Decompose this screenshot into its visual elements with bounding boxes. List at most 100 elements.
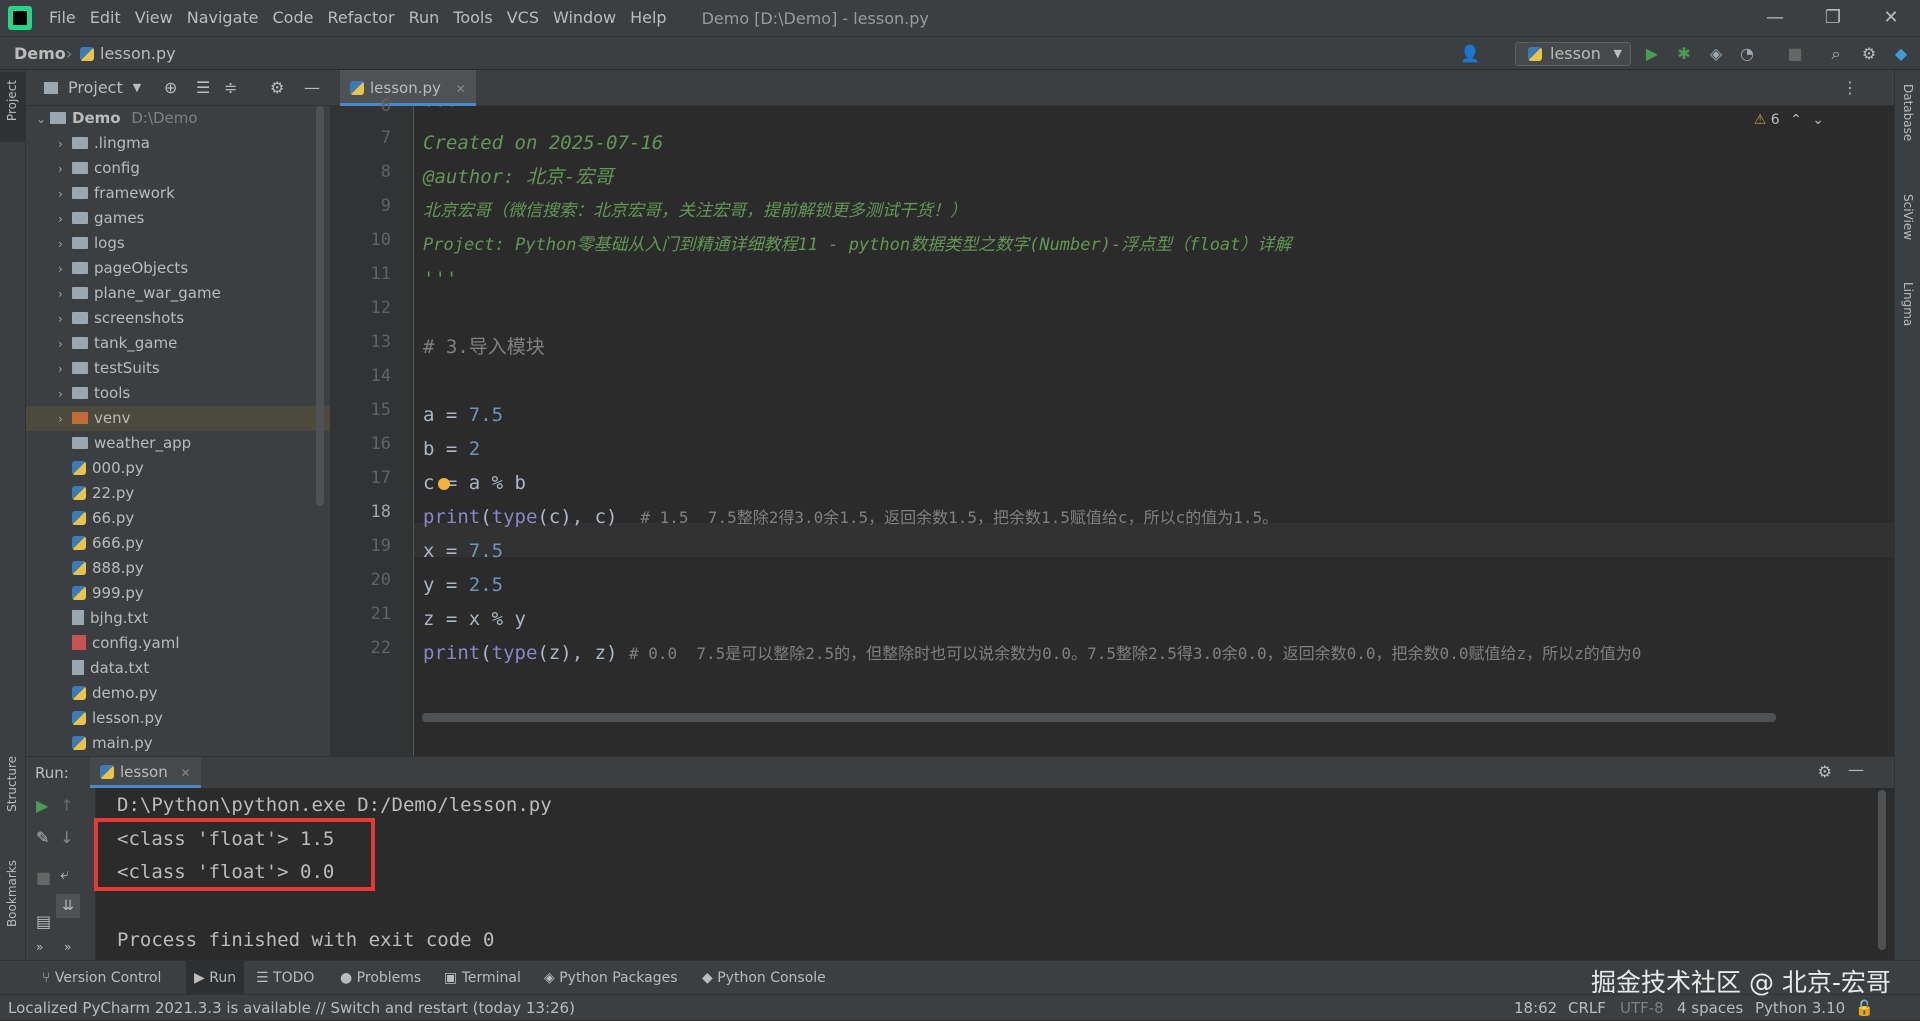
tree-item[interactable]: › venv [26, 406, 330, 431]
menu-navigate[interactable]: Navigate [180, 0, 266, 36]
collapse-all-icon[interactable]: ≑ [224, 78, 237, 97]
project-scrollbar[interactable] [316, 106, 324, 506]
run-tab-lesson[interactable]: lesson ✕ [90, 757, 201, 788]
status-message[interactable]: Localized PyCharm 2021.3.3 is available … [8, 995, 575, 1021]
run-console[interactable]: D:\Python\python.exe D:/Demo/lesson.py <… [94, 788, 1894, 960]
code-with-me-icon[interactable]: ◆ [1892, 45, 1910, 63]
tree-item[interactable]: config.yaml [26, 631, 330, 656]
scroll-to-end-icon[interactable]: ⇊ [56, 894, 80, 918]
close-tab-icon[interactable]: ✕ [456, 82, 466, 96]
menu-file[interactable]: File [42, 0, 83, 36]
menu-window[interactable]: Window [546, 0, 623, 36]
chevron-up-icon[interactable]: ⌃ [1790, 112, 1802, 128]
minimize-icon[interactable]: — [1746, 0, 1804, 36]
tool-python-packages[interactable]: ◈ Python Packages [544, 961, 678, 995]
tree-item[interactable]: › config [26, 156, 330, 181]
tree-item[interactable]: › .lingma [26, 131, 330, 156]
tree-item[interactable]: lesson.py [26, 706, 330, 731]
tree-item[interactable]: 666.py [26, 531, 330, 556]
tree-item[interactable]: 22.py [26, 481, 330, 506]
bookmarks-tool-label[interactable]: Bookmarks [5, 860, 19, 927]
more-icon[interactable]: » [36, 940, 43, 954]
tree-item[interactable]: data.txt [26, 656, 330, 681]
run-config-select[interactable]: lesson ▼ [1515, 42, 1631, 66]
tree-item[interactable]: › logs [26, 231, 330, 256]
soft-wrap-icon[interactable]: ⤶ [60, 864, 69, 884]
coverage-icon[interactable]: ◈ [1707, 45, 1725, 63]
sciview-tool-label[interactable]: SciView [1901, 194, 1915, 240]
tool-python-console[interactable]: ◆ Python Console [702, 961, 826, 995]
expand-all-icon[interactable]: ☰ [196, 78, 210, 97]
tool-run[interactable]: ▶ Run [186, 961, 245, 995]
more-icon[interactable]: » [64, 940, 71, 954]
wrench-icon[interactable]: ✎ [36, 828, 49, 847]
console-scrollbar[interactable] [1878, 790, 1886, 950]
tree-item[interactable]: weather_app [26, 431, 330, 456]
run-icon[interactable]: ▶ [1643, 45, 1661, 63]
tree-item[interactable]: demo.py [26, 681, 330, 706]
tree-root[interactable]: ⌄ Demo D:\Demo [26, 106, 330, 131]
lingma-tool-label[interactable]: Lingma [1901, 282, 1915, 326]
menu-tools[interactable]: Tools [446, 0, 499, 36]
more-options-icon[interactable]: ⋮ [1842, 78, 1858, 97]
tool-terminal[interactable]: ▣ Terminal [444, 961, 521, 995]
project-panel-title[interactable]: Project [68, 78, 123, 97]
horizontal-scrollbar[interactable] [422, 713, 1776, 722]
tree-item[interactable]: › pageObjects [26, 256, 330, 281]
tool-version-control[interactable]: ⑂ Version Control [42, 961, 161, 995]
arrow-down-icon[interactable]: ↓ [60, 828, 73, 847]
tree-item[interactable]: › plane_war_game [26, 281, 330, 306]
profile-icon[interactable]: ◔ [1738, 45, 1756, 63]
menu-run[interactable]: Run [402, 0, 447, 36]
arrow-up-icon[interactable]: ↑ [60, 796, 73, 815]
tree-item[interactable]: 000.py [26, 456, 330, 481]
rerun-icon[interactable]: ▶ [36, 796, 48, 815]
tree-item[interactable]: main.py [26, 731, 330, 756]
layout-icon[interactable]: ▤ [36, 912, 51, 931]
menu-vcs[interactable]: VCS [500, 0, 546, 36]
folder-icon [72, 387, 88, 399]
debug-icon[interactable]: ✱ [1675, 45, 1693, 63]
tree-item[interactable]: › tank_game [26, 331, 330, 356]
restore-icon[interactable]: ❐ [1804, 0, 1862, 36]
hide-panel-icon[interactable]: — [1848, 760, 1864, 779]
tree-item[interactable]: 999.py [26, 581, 330, 606]
code-editor[interactable]: ⚠ 6 ⌃ ⌄ ''' Created on 2025-07-16 @autho… [414, 106, 1894, 756]
tree-item[interactable]: › screenshots [26, 306, 330, 331]
tree-item[interactable]: 66.py [26, 506, 330, 531]
menu-view[interactable]: View [128, 0, 180, 36]
menu-code[interactable]: Code [266, 0, 321, 36]
chevron-down-icon[interactable]: ▼ [133, 81, 141, 94]
project-tool-button[interactable]: Project [0, 72, 25, 142]
tree-item[interactable]: › tools [26, 381, 330, 406]
tool-problems[interactable]: ● Problems [340, 961, 421, 995]
menu-edit[interactable]: Edit [83, 0, 128, 36]
close-tab-icon[interactable]: ✕ [181, 766, 191, 780]
database-tool-label[interactable]: Database [1901, 84, 1915, 141]
menu-refactor[interactable]: Refactor [320, 0, 401, 36]
close-icon[interactable]: ✕ [1862, 0, 1920, 36]
search-icon[interactable]: ⌕ [1827, 45, 1845, 63]
menu-help[interactable]: Help [623, 0, 673, 36]
stop-icon[interactable]: ■ [36, 868, 51, 887]
breadcrumb-file[interactable]: lesson.py [80, 44, 176, 63]
gear-icon[interactable]: ⚙ [1860, 45, 1878, 63]
tree-item[interactable]: › testSuits [26, 356, 330, 381]
gear-icon[interactable]: ⚙ [270, 78, 284, 97]
tree-item[interactable]: › framework [26, 181, 330, 206]
hide-panel-icon[interactable]: — [304, 78, 320, 97]
inspection-widget[interactable]: ⚠ 6 ⌃ ⌄ [1754, 112, 1824, 128]
stop-icon[interactable]: ■ [1786, 45, 1804, 63]
tool-todo[interactable]: ☰ TODO [256, 961, 314, 995]
breadcrumb-project[interactable]: Demo [14, 44, 66, 63]
gear-icon[interactable]: ⚙ [1818, 762, 1832, 781]
chevron-down-icon[interactable]: ⌄ [1812, 112, 1824, 128]
user-icon[interactable]: 👤 [1460, 45, 1480, 63]
tree-item[interactable]: › games [26, 206, 330, 231]
intention-bulb-icon[interactable] [438, 478, 450, 490]
tree-item[interactable]: bjhg.txt [26, 606, 330, 631]
locate-icon[interactable]: ⊕ [164, 78, 177, 97]
tree-item[interactable]: 888.py [26, 556, 330, 581]
caret-position[interactable]: 18:62 [1514, 995, 1557, 1021]
structure-tool-label[interactable]: Structure [5, 756, 19, 812]
